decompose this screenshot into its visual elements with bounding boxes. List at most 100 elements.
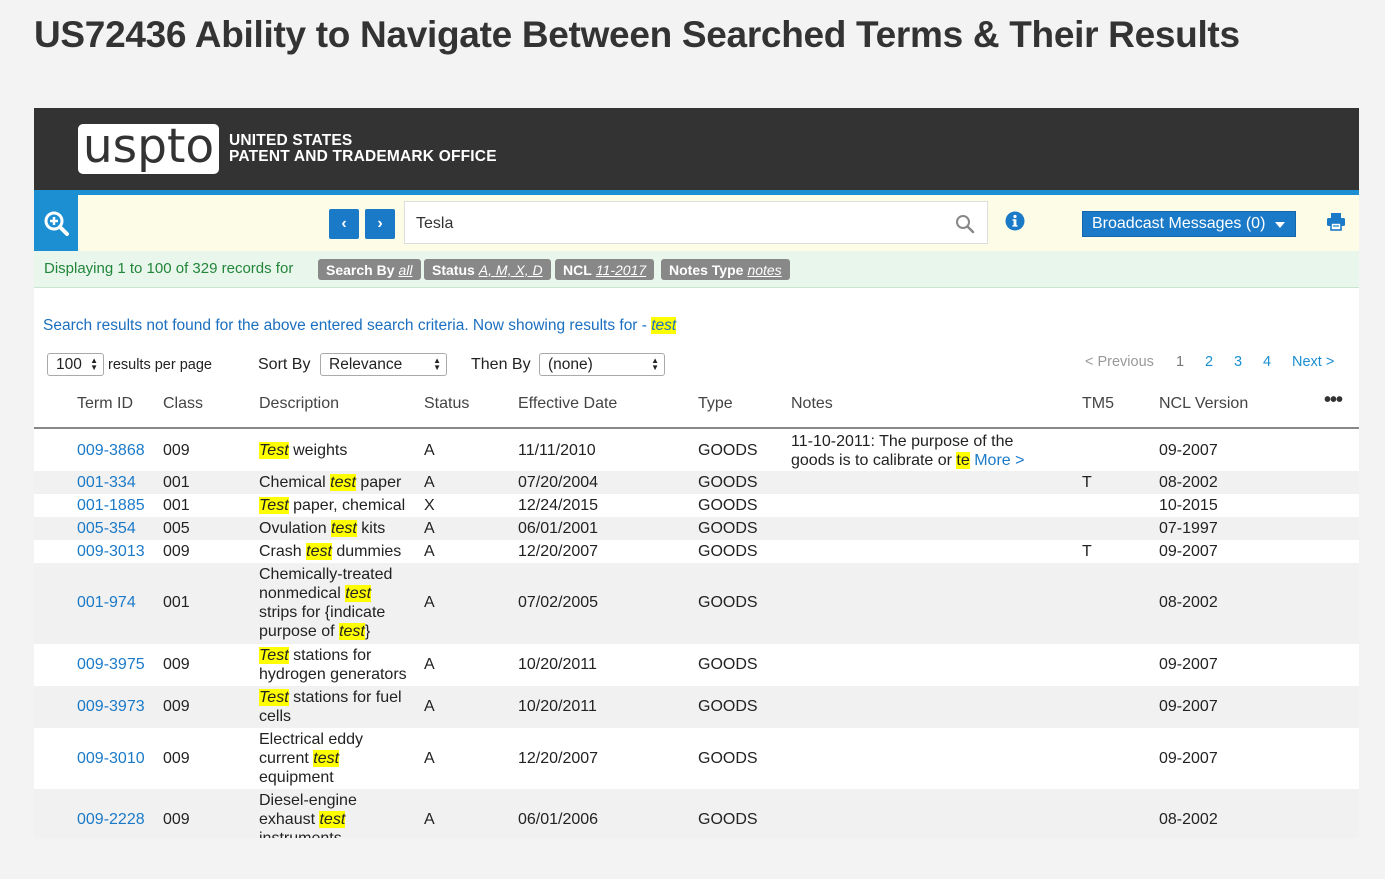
column-header-class[interactable]: Class bbox=[163, 395, 203, 413]
fallback-search-notice: Search results not found for the above e… bbox=[43, 317, 677, 335]
term-id-link[interactable]: 001-1885 bbox=[77, 496, 145, 515]
class-cell: 005 bbox=[163, 520, 190, 537]
column-header-ncl-version[interactable]: NCL Version bbox=[1159, 395, 1248, 413]
table-row[interactable]: 009-3010 009 Electrical eddy current test … bbox=[34, 728, 1359, 789]
ncl-version-cell: 09-2007 bbox=[1159, 656, 1218, 673]
chip-label: NCL bbox=[563, 261, 592, 278]
filter-chip-ncl[interactable]: NCL 11-2017 bbox=[555, 259, 655, 280]
search-icon[interactable] bbox=[955, 214, 975, 239]
column-header-description[interactable]: Description bbox=[259, 395, 339, 413]
previous-term-button[interactable]: ‹ bbox=[329, 209, 359, 239]
type-cell: GOODS bbox=[698, 750, 758, 767]
table-row[interactable]: 009-2228 009 Diesel-engine exhaust test in… bbox=[34, 789, 1359, 838]
then-by-select[interactable]: (none) ▲ ▼ bbox=[539, 353, 665, 376]
print-icon[interactable] bbox=[1326, 212, 1346, 237]
pagination-previous[interactable]: < Previous bbox=[1085, 354, 1154, 370]
results-per-page-select[interactable]: 100 ▲ ▼ bbox=[47, 353, 104, 376]
term-id-link[interactable]: 009-3975 bbox=[77, 655, 145, 674]
column-header-tm5[interactable]: TM5 bbox=[1082, 395, 1114, 413]
ncl-version-cell: 08-2002 bbox=[1159, 811, 1218, 828]
description-cell: Chemical test paper bbox=[259, 473, 411, 492]
description-text: instruments bbox=[259, 830, 342, 838]
filter-chip-status[interactable]: Status A, M, X, D bbox=[424, 259, 551, 280]
chip-label: Search By bbox=[326, 261, 395, 278]
class-cell: 001 bbox=[163, 474, 190, 491]
caret-down-icon bbox=[1275, 222, 1285, 228]
notice-term: test bbox=[651, 317, 677, 334]
filter-chip-notes-type[interactable]: Notes Type notes bbox=[661, 259, 790, 280]
column-header-type[interactable]: Type bbox=[698, 395, 733, 413]
filter-chip-search-by[interactable]: Search By all bbox=[318, 259, 421, 280]
table-row[interactable]: 001-974 001 Chemically-treated nonmedical … bbox=[34, 563, 1359, 644]
term-id-link[interactable]: 001-974 bbox=[77, 593, 136, 612]
uspto-app: uspto UNITED STATES PATENT AND TRADEMARK… bbox=[34, 108, 1359, 838]
ncl-version-cell: 09-2007 bbox=[1159, 698, 1218, 715]
type-cell: GOODS bbox=[698, 520, 758, 537]
more-options-icon[interactable]: ••• bbox=[1324, 389, 1343, 412]
zoom-toggle-button[interactable] bbox=[34, 195, 78, 251]
highlighted-term: test bbox=[306, 543, 332, 560]
effective-date-cell: 06/01/2001 bbox=[518, 520, 599, 537]
status-cell: A bbox=[424, 442, 435, 459]
effective-date-cell: 07/02/2005 bbox=[518, 594, 599, 611]
filter-summary-bar: Displaying 1 to 100 of 329 records for S… bbox=[34, 251, 1359, 288]
type-cell: GOODS bbox=[698, 811, 758, 828]
ncl-version-cell: 09-2007 bbox=[1159, 750, 1218, 767]
column-header-effective-date[interactable]: Effective Date bbox=[518, 395, 617, 413]
table-row[interactable]: 001-334 001 Chemical test paper A 07/20/2004… bbox=[34, 471, 1359, 494]
table-row[interactable]: 009-3973 009 Test stations for fuel cells A… bbox=[34, 686, 1359, 728]
status-cell: A bbox=[424, 474, 435, 491]
description-text: weights bbox=[288, 442, 348, 459]
pagination-next[interactable]: Next > bbox=[1292, 354, 1334, 370]
notes-more-link[interactable]: More > bbox=[974, 452, 1024, 469]
uspto-logo[interactable]: uspto bbox=[78, 118, 219, 174]
term-id-link[interactable]: 005-354 bbox=[77, 519, 136, 538]
term-id-link[interactable]: 001-334 bbox=[77, 473, 136, 492]
pagination-page-3[interactable]: 3 bbox=[1234, 354, 1242, 370]
search-input[interactable] bbox=[405, 202, 958, 245]
highlighted-term: Test bbox=[259, 689, 289, 706]
description-text: } bbox=[364, 623, 371, 640]
table-row[interactable]: 009-3013 009 Crash test dummies A 12/20/2007… bbox=[34, 540, 1359, 563]
sort-by-select[interactable]: Relevance ▲ ▼ bbox=[320, 353, 447, 376]
description-cell: Crash test dummies bbox=[259, 542, 411, 561]
effective-date-cell: 10/20/2011 bbox=[518, 656, 597, 673]
table-row[interactable]: 009-3868 009 Test weights A 11/11/2010 GOODS 1… bbox=[34, 429, 1359, 471]
description-text: Electrical eddy current bbox=[259, 731, 364, 767]
term-id-link[interactable]: 009-3868 bbox=[77, 441, 145, 460]
highlighted-term: Test bbox=[259, 442, 289, 459]
highlighted-term: test bbox=[319, 811, 346, 828]
search-box bbox=[404, 201, 988, 245]
type-cell: GOODS bbox=[698, 594, 758, 611]
notes-cell: 11-10-2011: The purpose of the goods is … bbox=[791, 432, 1051, 470]
term-id-link[interactable]: 009-3010 bbox=[77, 749, 145, 768]
highlighted-term: Test bbox=[259, 497, 289, 514]
ncl-version-cell: 09-2007 bbox=[1159, 442, 1218, 459]
office-name-line2: PATENT AND TRADEMARK OFFICE bbox=[229, 148, 497, 165]
then-by-value: (none) bbox=[548, 355, 593, 373]
pagination-page-2[interactable]: 2 bbox=[1205, 354, 1213, 370]
next-term-button[interactable]: › bbox=[365, 209, 395, 239]
pagination-page-4[interactable]: 4 bbox=[1263, 354, 1271, 370]
search-toolbar: ‹ › Broadcast Messages (0) bbox=[34, 195, 1359, 251]
description-cell: Test stations for hydrogen generators bbox=[259, 646, 411, 684]
status-cell: A bbox=[424, 750, 435, 767]
info-icon[interactable] bbox=[1005, 211, 1025, 236]
results-per-page-label: results per page bbox=[108, 357, 212, 373]
term-id-link[interactable]: 009-2228 bbox=[77, 810, 145, 829]
term-id-link[interactable]: 009-3013 bbox=[77, 542, 145, 561]
table-row[interactable]: 009-3975 009 Test stations for hydrogen ge… bbox=[34, 644, 1359, 686]
column-header-notes[interactable]: Notes bbox=[791, 395, 833, 413]
column-header-term-id[interactable]: Term ID bbox=[77, 395, 133, 413]
column-header-status[interactable]: Status bbox=[424, 395, 469, 413]
table-row[interactable]: 005-354 005 Ovulation test kits A 06/01/2001… bbox=[34, 517, 1359, 540]
chevron-left-icon: ‹ bbox=[341, 215, 347, 232]
broadcast-messages-button[interactable]: Broadcast Messages (0) bbox=[1082, 211, 1296, 237]
description-text: paper bbox=[355, 474, 402, 491]
pagination-page-1[interactable]: 1 bbox=[1176, 354, 1184, 370]
table-row[interactable]: 001-1885 001 Test paper, chemical X 12/24/20… bbox=[34, 494, 1359, 517]
term-id-link[interactable]: 009-3973 bbox=[77, 697, 145, 716]
type-cell: GOODS bbox=[698, 698, 758, 715]
logo-text: uspto bbox=[82, 118, 215, 174]
page-title: US72436 Ability to Navigate Between Sear… bbox=[34, 14, 1240, 55]
